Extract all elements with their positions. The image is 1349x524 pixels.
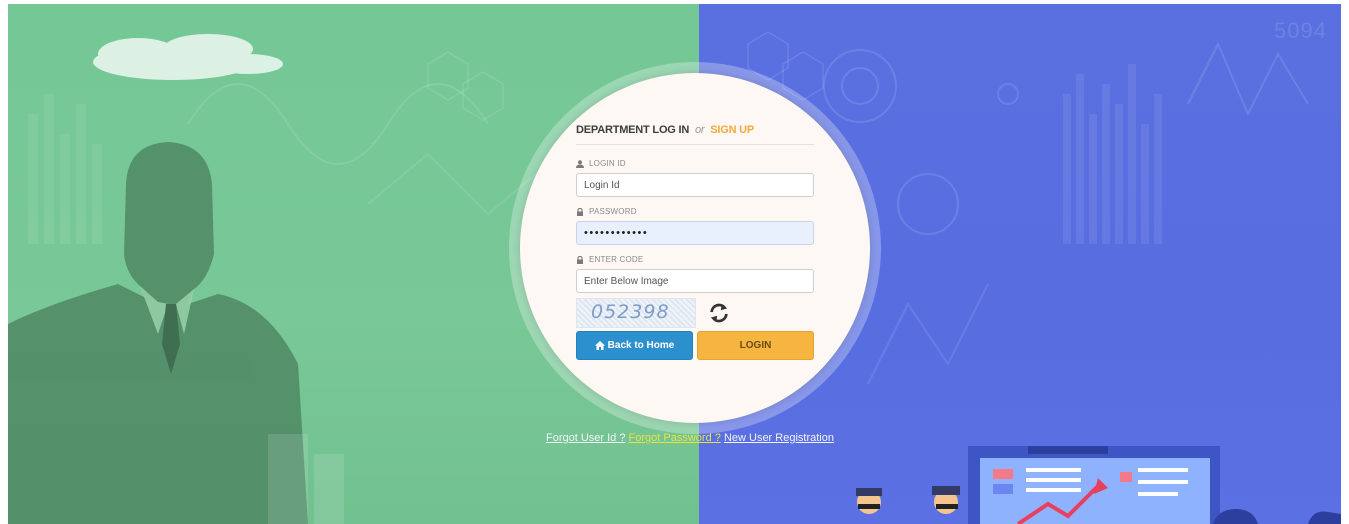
lock-icon bbox=[577, 256, 583, 264]
forgot-password-link[interactable]: Forgot Password ? bbox=[629, 432, 721, 444]
password-label-text: PASSWORD bbox=[589, 207, 637, 216]
back-to-home-button[interactable]: Back to Home bbox=[576, 331, 693, 360]
login-id-input[interactable] bbox=[576, 173, 814, 197]
button-row: Back to Home LOGIN bbox=[576, 331, 814, 360]
building-illustration bbox=[268, 434, 344, 524]
form-title-text: DEPARTMENT LOG IN bbox=[576, 124, 690, 136]
captcha-image: 052398 bbox=[576, 298, 696, 328]
or-text: or bbox=[694, 124, 705, 136]
back-to-home-label: Back to Home bbox=[607, 340, 675, 351]
code-label-text: ENTER CODE bbox=[589, 255, 644, 264]
login-button[interactable]: LOGIN bbox=[697, 331, 814, 360]
login-id-label-text: LOGIN ID bbox=[589, 159, 626, 168]
bar-graph-illustration-left bbox=[28, 94, 102, 244]
dashboard-illustration bbox=[968, 446, 1220, 524]
home-icon bbox=[594, 341, 605, 350]
wave-line-illustration bbox=[187, 83, 489, 165]
password-input[interactable] bbox=[576, 221, 814, 245]
password-label: PASSWORD bbox=[576, 207, 814, 217]
bar-graph-illustration-right bbox=[1063, 64, 1162, 244]
captcha-row: 052398 bbox=[576, 298, 814, 328]
cloud-illustration bbox=[93, 34, 283, 80]
code-label: ENTER CODE bbox=[576, 255, 814, 265]
captcha-input[interactable] bbox=[576, 269, 814, 293]
sign-up-link[interactable]: SIGN UP bbox=[710, 124, 754, 136]
login-form: DEPARTMENT LOG IN or SIGN UP LOGIN ID PA… bbox=[576, 124, 814, 360]
footer-links: Forgot User Id ? Forgot Password ? New U… bbox=[546, 432, 834, 444]
new-user-registration-link[interactable]: New User Registration bbox=[724, 432, 834, 444]
background-number: 5094 bbox=[1274, 18, 1327, 43]
refresh-icon[interactable] bbox=[708, 302, 730, 324]
lock-icon bbox=[577, 208, 583, 216]
form-title: DEPARTMENT LOG IN or SIGN UP bbox=[576, 124, 814, 145]
login-id-label: LOGIN ID bbox=[576, 159, 814, 169]
forgot-user-id-link[interactable]: Forgot User Id ? bbox=[546, 432, 625, 444]
user-icon bbox=[576, 160, 584, 168]
captcha-text: 052398 bbox=[591, 301, 670, 323]
